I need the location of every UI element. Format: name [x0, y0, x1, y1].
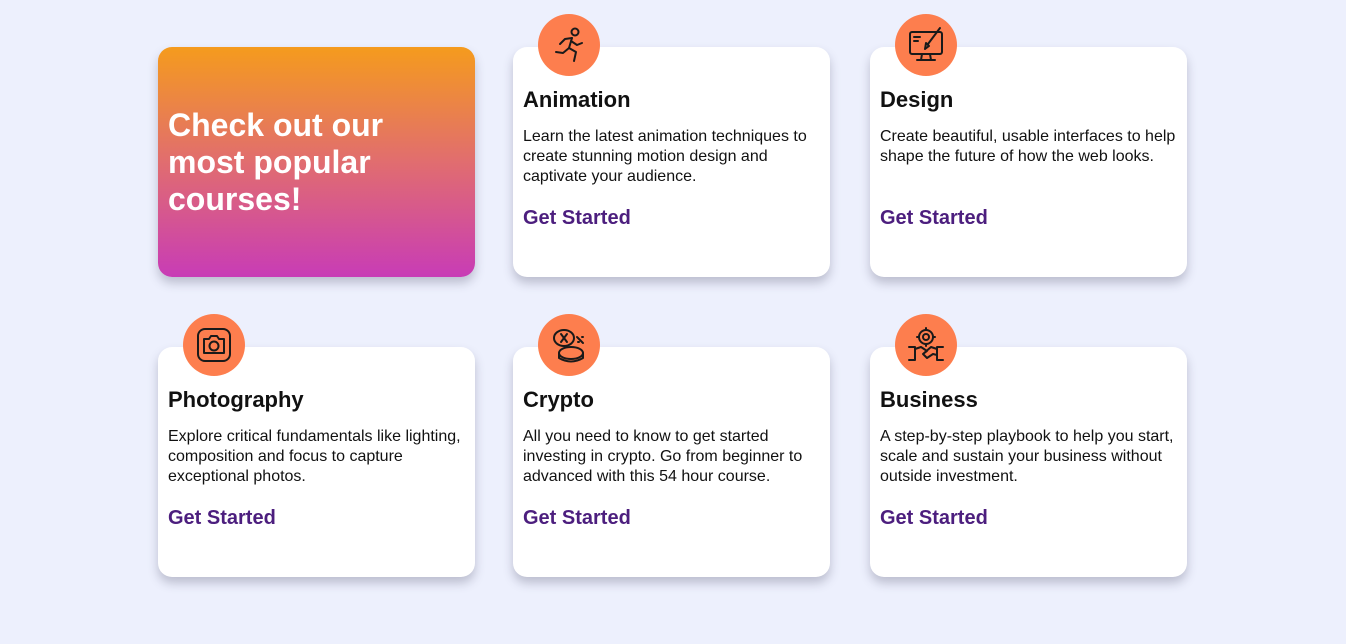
- get-started-link[interactable]: Get Started: [880, 207, 988, 230]
- course-title: Design: [880, 87, 954, 112]
- hero-card: Check out our most popular courses!: [158, 47, 475, 277]
- crypto-coins-icon: [538, 314, 600, 376]
- business-handshake-icon: [895, 314, 957, 376]
- get-started-link[interactable]: Get Started: [168, 507, 276, 530]
- get-started-link[interactable]: Get Started: [880, 507, 988, 530]
- course-card-photography: Photography Explore critical fundamental…: [158, 314, 475, 577]
- monitor-design-icon: [895, 14, 957, 76]
- course-card-business: Business A step-by-step playbook to help…: [870, 314, 1187, 577]
- course-card-animation: Animation Learn the latest animation tec…: [513, 14, 830, 277]
- hero-title: Check out our most popular courses!: [168, 107, 384, 217]
- course-title: Business: [880, 387, 978, 412]
- get-started-link[interactable]: Get Started: [523, 507, 631, 530]
- camera-icon: [183, 314, 245, 376]
- course-description: Learn the latest animation techniques to…: [523, 128, 807, 185]
- course-card-design: Design Create beautiful, usable interfac…: [870, 14, 1187, 277]
- course-description: Explore critical fundamentals like light…: [168, 428, 461, 485]
- course-card-crypto: Crypto All you need to know to get start…: [513, 314, 830, 577]
- course-description: Create beautiful, usable interfaces to h…: [880, 128, 1176, 165]
- course-title: Animation: [523, 87, 631, 112]
- get-started-link[interactable]: Get Started: [523, 207, 631, 230]
- course-description: All you need to know to get started inve…: [523, 428, 803, 485]
- course-description: A step-by-step playbook to help you star…: [880, 428, 1174, 485]
- running-person-icon: [538, 14, 600, 76]
- course-title: Crypto: [523, 387, 594, 412]
- course-title: Photography: [168, 387, 304, 412]
